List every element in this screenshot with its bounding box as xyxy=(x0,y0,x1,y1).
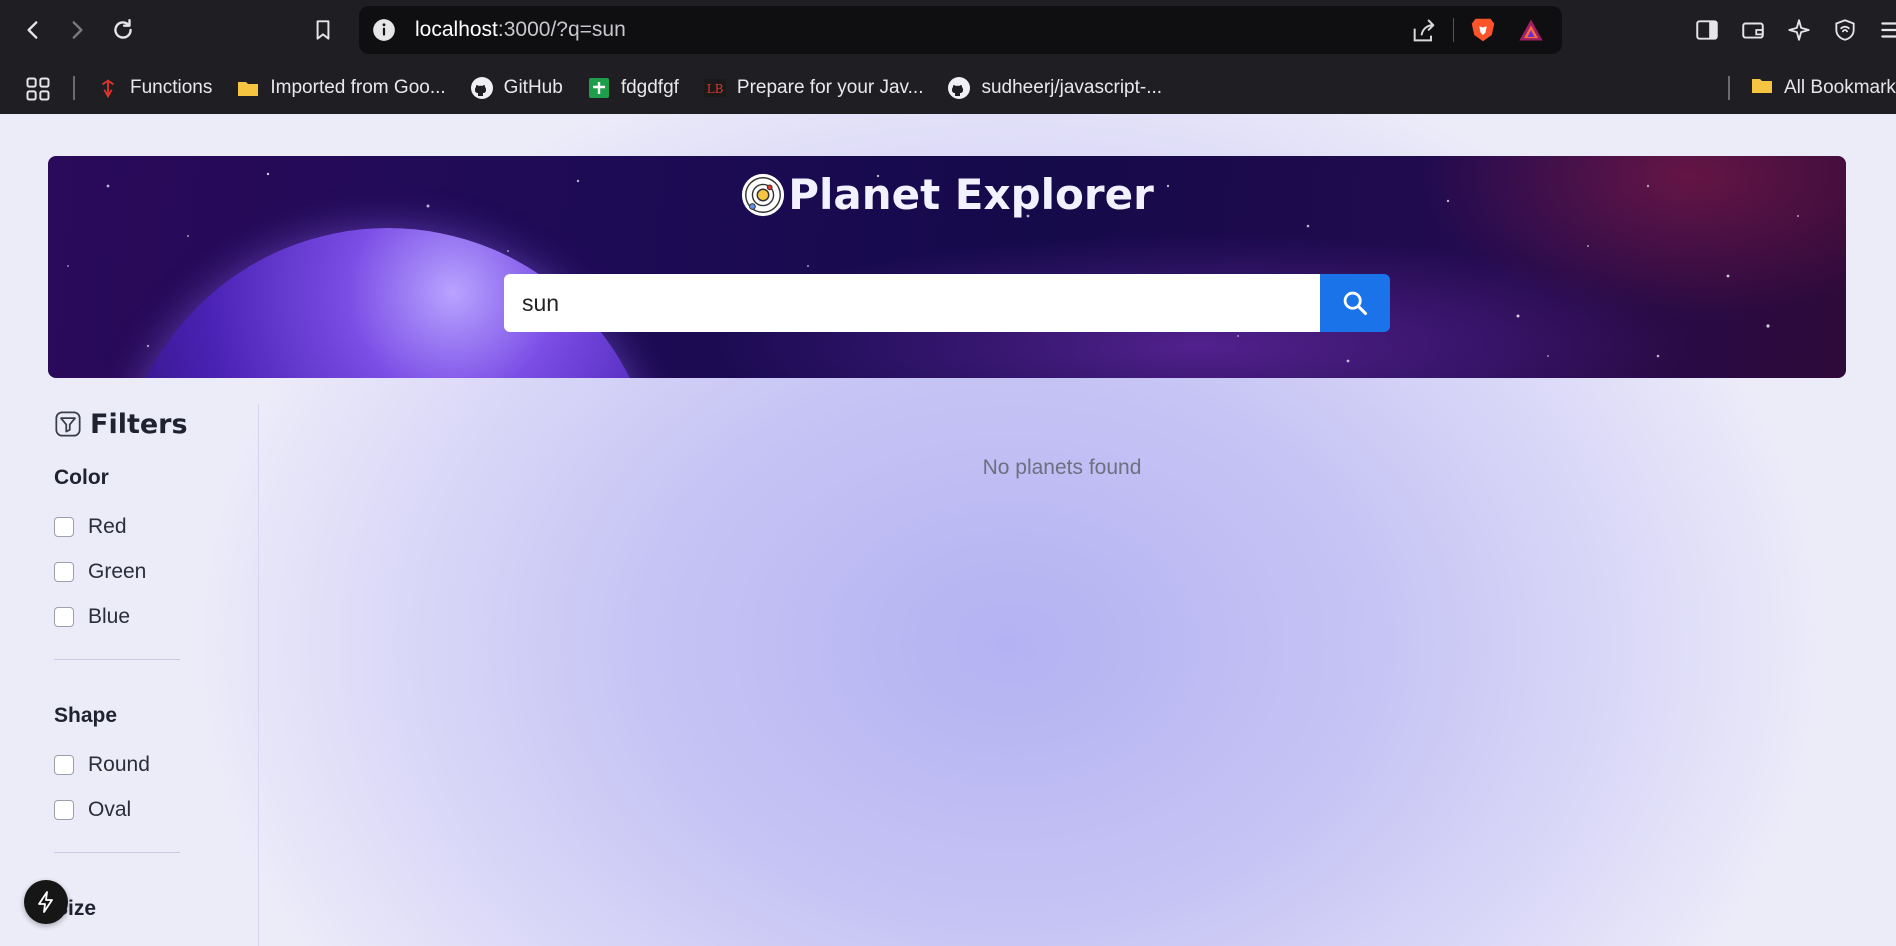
bookmark-item[interactable]: Imported from Goo... xyxy=(236,76,446,100)
folder-icon xyxy=(1750,73,1774,103)
url-text[interactable]: localhost:3000/?q=sun xyxy=(415,6,626,54)
bookmark-page-button[interactable] xyxy=(304,11,342,49)
url-host: localhost xyxy=(415,18,498,41)
bookmark-item[interactable]: fdgdfgf xyxy=(587,76,679,100)
bookmark-label: Imported from Goo... xyxy=(270,77,446,98)
color-group-title: Color xyxy=(54,466,109,489)
folder-icon xyxy=(236,76,260,100)
svg-text:LB: LB xyxy=(707,82,724,96)
bookmark-label: sudheerj/javascript-... xyxy=(981,77,1163,98)
search-button[interactable] xyxy=(1320,274,1390,332)
size-group-title: Size xyxy=(54,897,97,920)
reload-button[interactable] xyxy=(104,11,142,49)
option-label: Red xyxy=(88,514,127,538)
sparkle-icon xyxy=(1788,19,1810,41)
sidebar-toggle-button[interactable] xyxy=(1692,14,1722,46)
url-path: :3000/?q=sun xyxy=(497,18,626,41)
sheets-icon xyxy=(587,76,611,100)
address-bar[interactable]: localhost:3000/?q=sun xyxy=(359,6,1562,54)
bookmark-item[interactable]: GitHub xyxy=(470,76,563,100)
checkbox[interactable] xyxy=(54,606,74,627)
bookmark-item[interactable]: LB Prepare for your Jav... xyxy=(703,76,924,100)
vpn-button[interactable] xyxy=(1830,14,1860,46)
apps-grid-icon[interactable] xyxy=(24,75,52,103)
checkbox[interactable] xyxy=(54,799,74,820)
group-separator xyxy=(54,659,180,660)
bookmark-icon xyxy=(316,20,330,40)
shape-group-title: Shape xyxy=(54,704,118,727)
lb-icon: LB xyxy=(703,76,727,100)
planet-logo-icon xyxy=(742,173,785,216)
bookmark-label: Prepare for your Jav... xyxy=(736,77,924,98)
function-icon xyxy=(96,76,120,100)
page-title: Planet Explorer xyxy=(48,170,1846,219)
empty-results-message: No planets found xyxy=(982,456,1142,479)
forward-arrow-icon xyxy=(72,21,83,39)
wallet-button[interactable] xyxy=(1738,14,1768,46)
filters-title: Filters xyxy=(90,408,188,440)
bookmark-item[interactable]: sudheerj/javascript-... xyxy=(947,76,1162,100)
bookmarks-separator xyxy=(1728,76,1730,100)
option-label: Green xyxy=(88,559,147,583)
all-bookmarks-button[interactable]: All Bookmarks xyxy=(1750,62,1896,114)
browser-right-tools xyxy=(1692,14,1896,46)
reload-icon xyxy=(114,19,132,39)
shield-icon xyxy=(1835,19,1855,41)
filter-option-oval[interactable]: Oval xyxy=(54,787,254,832)
all-bookmarks-label: All Bookmarks xyxy=(1784,77,1896,98)
checkbox[interactable] xyxy=(54,561,74,582)
menu-button[interactable] xyxy=(1876,14,1896,46)
option-label: Blue xyxy=(88,604,131,628)
bookmark-label: GitHub xyxy=(503,77,563,98)
bookmark-list: Functions Imported from Goo... GitHub fd… xyxy=(96,62,1162,114)
bookmark-label: Functions xyxy=(130,77,213,98)
filter-option-blue[interactable]: Blue xyxy=(54,594,254,639)
bookmarks-separator xyxy=(73,76,75,100)
github-icon xyxy=(947,76,971,100)
option-label: Round xyxy=(88,752,150,776)
filter-funnel-icon xyxy=(55,411,81,437)
brave-shields-icon[interactable] xyxy=(1468,15,1498,45)
filter-option-round[interactable]: Round xyxy=(54,742,254,787)
bookmark-item[interactable]: Functions xyxy=(96,76,212,100)
forward-button[interactable] xyxy=(58,11,96,49)
option-label: Oval xyxy=(88,797,132,821)
back-arrow-icon xyxy=(27,21,38,39)
back-button[interactable] xyxy=(14,11,52,49)
bookmark-label: fdgdfgf xyxy=(620,77,679,98)
site-info-icon[interactable] xyxy=(371,17,397,43)
share-icon[interactable] xyxy=(1410,17,1438,45)
search-bar xyxy=(504,274,1390,332)
address-bar-separator xyxy=(1453,18,1454,42)
dev-tools-button[interactable] xyxy=(24,880,68,924)
bookmarks-bar: Functions Imported from Goo... GitHub fd… xyxy=(0,62,1896,115)
leo-ai-button[interactable] xyxy=(1784,14,1814,46)
page-content: Planet Explorer Filters Color Red Green … xyxy=(0,114,1896,946)
filters-header: Filters xyxy=(54,404,254,444)
search-icon xyxy=(1343,291,1368,316)
search-input[interactable] xyxy=(504,274,1320,332)
filters-sidebar: Filters Color Red Green Blue Shape Round… xyxy=(54,404,254,935)
brave-rewards-icon[interactable] xyxy=(1516,16,1546,44)
group-separator xyxy=(54,852,180,853)
browser-toolbar: localhost:3000/?q=sun xyxy=(0,0,1896,62)
filter-option-red[interactable]: Red xyxy=(54,504,254,549)
lightning-bolt-icon xyxy=(38,891,53,913)
checkbox[interactable] xyxy=(54,516,74,537)
page-title-text: Planet Explorer xyxy=(788,170,1154,219)
checkbox[interactable] xyxy=(54,754,74,775)
wallet-icon xyxy=(1742,22,1764,39)
sidebar-divider xyxy=(258,404,259,946)
filter-option-green[interactable]: Green xyxy=(54,549,254,594)
hamburger-menu-icon xyxy=(1881,22,1896,38)
github-icon xyxy=(470,76,494,100)
hero-banner: Planet Explorer xyxy=(48,156,1846,378)
sidebar-panel-icon xyxy=(1696,20,1718,40)
